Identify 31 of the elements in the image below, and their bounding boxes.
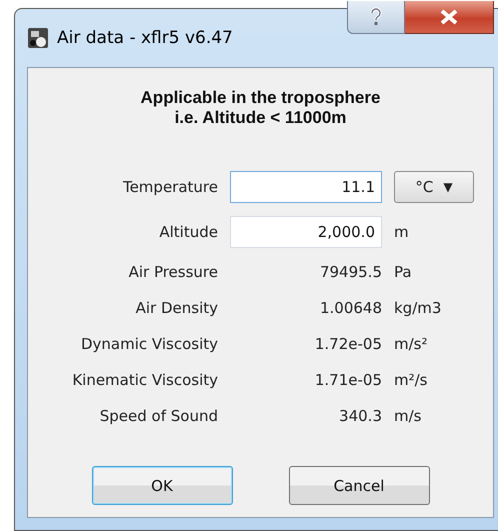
- value-text: 1.72e-05: [314, 335, 382, 353]
- help-button[interactable]: [347, 1, 405, 34]
- unit-label: Pa: [394, 263, 412, 281]
- heading-text: Applicable in the troposphere: [140, 88, 380, 108]
- dialog-button[interactable]: OK: [92, 466, 232, 505]
- value-text: 1.00648: [320, 299, 382, 317]
- close-button[interactable]: [405, 1, 494, 34]
- value-field[interactable]: 2,000.0: [230, 216, 382, 248]
- unit-label: kg/m3: [394, 299, 442, 317]
- help-icon: [369, 7, 383, 27]
- field-label: Altitude: [159, 222, 218, 240]
- field-label: Air Pressure: [128, 263, 218, 281]
- unit-label: m²/s: [394, 371, 428, 389]
- close-icon: [440, 9, 458, 25]
- field-label: Kinematic Viscosity: [72, 371, 218, 389]
- value-text: 1.71e-05: [314, 371, 382, 389]
- field-label: Temperature: [122, 178, 218, 196]
- unit-label: m/s: [394, 407, 422, 425]
- window-title: Air data - xflr5 v6.47: [57, 28, 233, 48]
- app-icon: [27, 27, 49, 49]
- unit-label: m: [394, 222, 409, 240]
- heading-text: i.e. Altitude < 11000m: [174, 108, 348, 128]
- field-label: Speed of Sound: [100, 407, 218, 425]
- unit-dropdown[interactable]: °C ▼: [394, 170, 474, 202]
- unit-label: m/s²: [394, 335, 428, 353]
- value-field[interactable]: 11.1: [230, 170, 382, 202]
- field-label: Dynamic Viscosity: [81, 335, 218, 353]
- value-text: 340.3: [339, 407, 382, 425]
- field-label: Air Density: [136, 299, 218, 317]
- value-text: 79495.5: [320, 263, 382, 281]
- dialog-button[interactable]: Cancel: [288, 466, 430, 505]
